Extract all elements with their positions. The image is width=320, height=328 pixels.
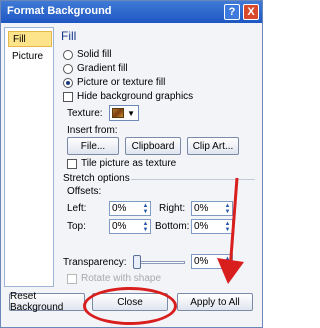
radio-button-selected[interactable] [63, 77, 73, 88]
close-icon: X [247, 6, 255, 18]
spinner-value: 0% [194, 221, 209, 232]
bottom-offset-label: Bottom: [155, 221, 190, 232]
spinner-arrows-icon[interactable]: ▲ ▼ [223, 202, 232, 215]
chevron-down-icon: ▼ [127, 108, 136, 118]
option-label: Picture or texture fill [77, 77, 166, 88]
button-label: File... [80, 140, 106, 152]
fill-panel: Fill Solid fill Gradient fill Picture or… [59, 27, 259, 289]
format-background-dialog: Format Background ? X Fill Picture Fill … [0, 0, 263, 328]
right-offset-spinner[interactable]: 0% ▲ ▼ [191, 201, 233, 216]
spinner-value: 0% [194, 256, 209, 267]
button-label: Reset Background [10, 291, 64, 313]
bottom-offset-spinner[interactable]: 0% ▲ ▼ [191, 219, 233, 234]
clip-art-button[interactable]: Clip Art... [187, 137, 239, 155]
sidebar-item-fill[interactable]: Fill [8, 31, 52, 47]
section-heading: Fill [61, 29, 77, 43]
title-bar: Format Background ? X [1, 1, 262, 23]
sidebar-item-label: Picture [12, 51, 44, 62]
divider [131, 179, 255, 180]
insert-from-label: Insert from: [67, 125, 118, 136]
help-icon: ? [228, 6, 236, 18]
hide-background-checkbox[interactable]: Hide background graphics [63, 91, 193, 102]
radio-button[interactable] [63, 63, 73, 74]
stretch-options-label: Stretch options [63, 173, 130, 184]
checkbox[interactable] [63, 91, 73, 102]
dialog-title: Format Background [7, 5, 112, 17]
clipboard-button[interactable]: Clipboard [125, 137, 181, 155]
texture-row: Texture: ▼ [67, 105, 139, 121]
offsets-label: Offsets: [67, 186, 102, 197]
texture-label: Texture: [67, 107, 103, 119]
close-window-button[interactable]: X [243, 4, 259, 20]
spinner-value: 0% [194, 203, 209, 214]
checkbox-label: Tile picture as texture [81, 158, 177, 169]
tile-texture-checkbox[interactable]: Tile picture as texture [67, 158, 176, 169]
spinner-value: 0% [112, 221, 127, 232]
spinner-arrows-icon[interactable]: ▲ ▼ [141, 202, 150, 215]
checkbox-label: Hide background graphics [77, 91, 194, 102]
option-label: Gradient fill [77, 63, 128, 74]
button-label: Apply to All [190, 296, 240, 308]
option-label: Solid fill [77, 49, 112, 60]
reset-background-button[interactable]: Reset Background [9, 291, 85, 313]
checkbox[interactable] [67, 158, 77, 169]
button-label: Clip Art... [192, 140, 234, 152]
transparency-slider-thumb[interactable] [133, 255, 141, 269]
texture-dropdown[interactable]: ▼ [108, 105, 139, 121]
texture-swatch-icon [112, 108, 125, 118]
transparency-label: Transparency: [63, 257, 127, 268]
spinner-arrows-icon[interactable]: ▲ ▼ [223, 220, 232, 233]
right-offset-label: Right: [159, 203, 186, 214]
annotation-circle [83, 287, 177, 325]
rotate-with-shape-checkbox: Rotate with shape [67, 273, 161, 284]
apply-to-all-button[interactable]: Apply to All [177, 293, 253, 311]
left-offset-label: Left: [67, 203, 87, 214]
spinner-arrows-icon[interactable]: ▲ ▼ [141, 220, 150, 233]
solid-fill-option[interactable]: Solid fill [63, 49, 111, 60]
help-button[interactable]: ? [224, 4, 240, 20]
checkbox-label: Rotate with shape [81, 273, 162, 284]
radio-button[interactable] [63, 49, 73, 60]
spinner-arrows-icon[interactable]: ▲ ▼ [223, 255, 232, 268]
top-offset-spinner[interactable]: 0% ▲ ▼ [109, 219, 151, 234]
left-offset-spinner[interactable]: 0% ▲ ▼ [109, 201, 151, 216]
transparency-spinner[interactable]: 0% ▲ ▼ [191, 254, 233, 269]
button-label: Clipboard [131, 140, 175, 152]
checkbox [67, 273, 77, 284]
sidebar-item-label: Fill [13, 34, 26, 45]
spinner-value: 0% [112, 203, 127, 214]
gradient-fill-option[interactable]: Gradient fill [63, 63, 128, 74]
top-offset-label: Top: [67, 221, 86, 232]
category-sidebar: Fill Picture [4, 27, 54, 287]
file-button[interactable]: File... [67, 137, 119, 155]
picture-texture-fill-option[interactable]: Picture or texture fill [63, 77, 165, 88]
sidebar-item-picture[interactable]: Picture [8, 49, 52, 65]
